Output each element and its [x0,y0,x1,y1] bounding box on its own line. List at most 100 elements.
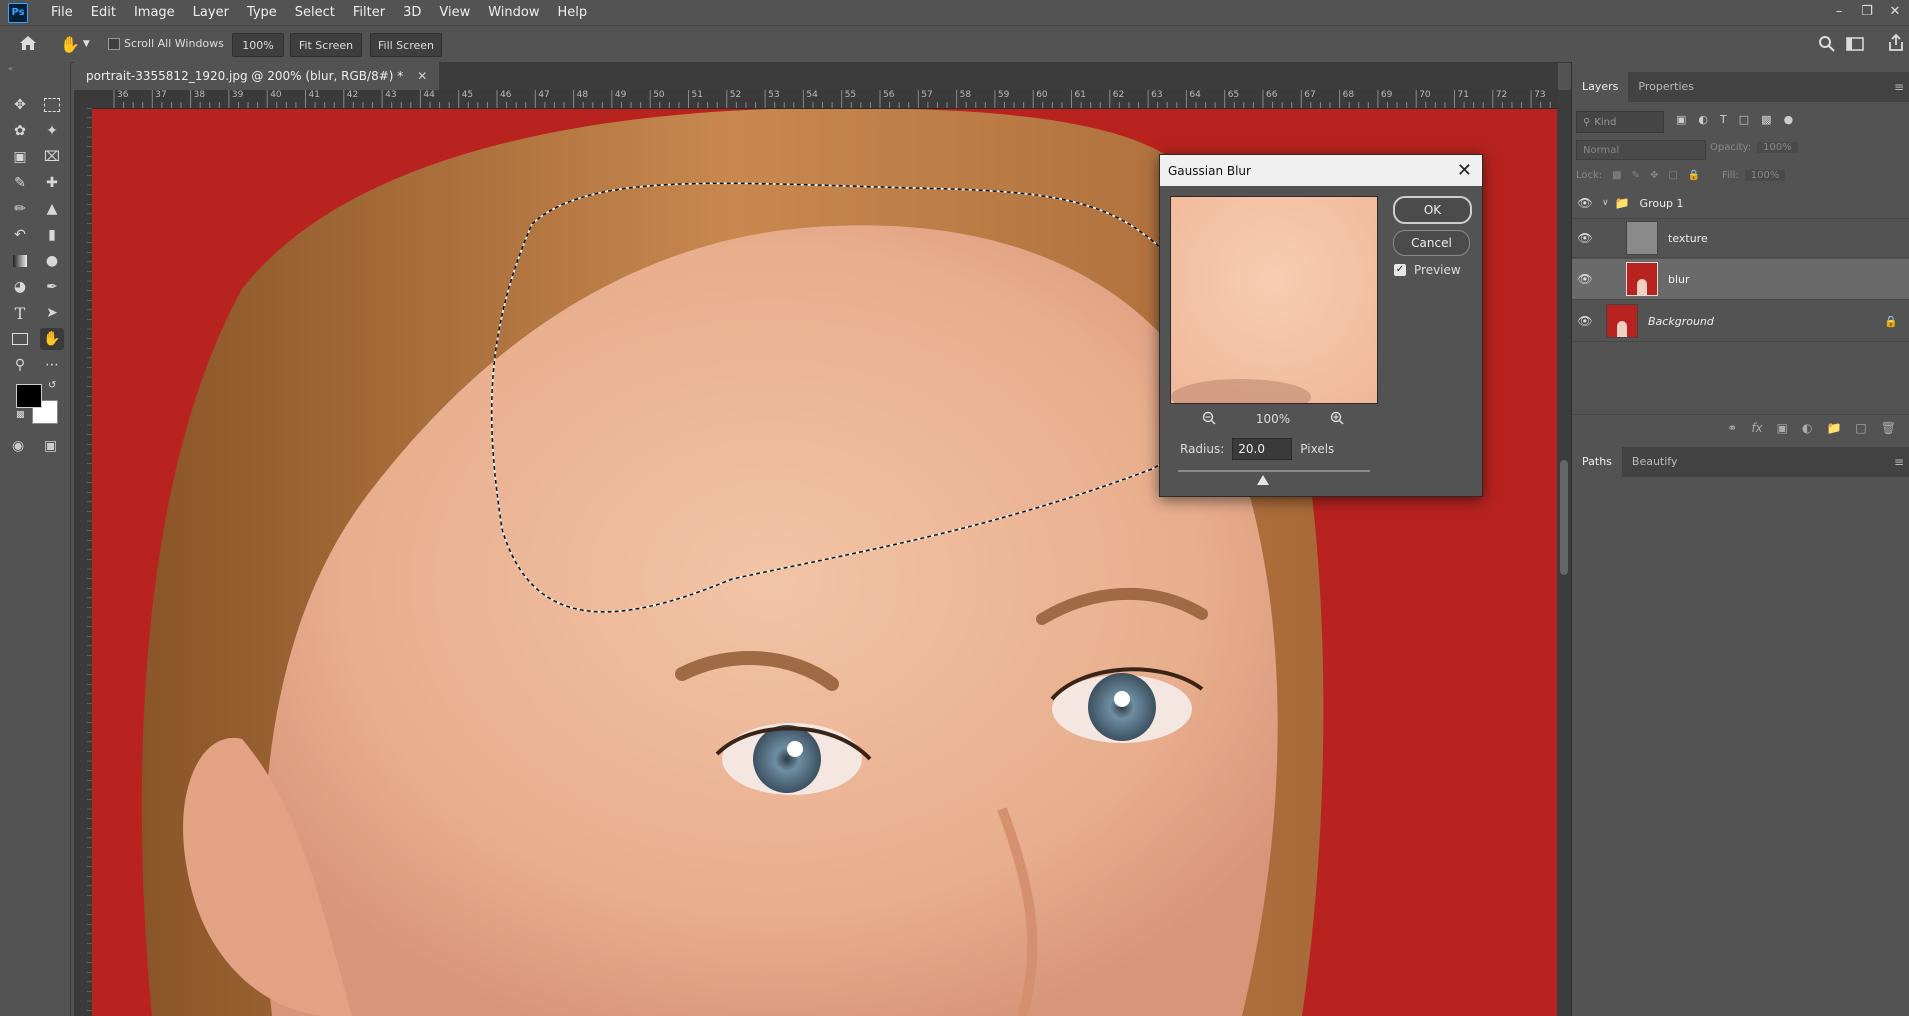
marquee-tool-icon[interactable] [40,94,64,116]
quick-mask-icon[interactable]: ◉ [12,438,24,454]
filter-shape-icon[interactable]: □ [1739,113,1749,126]
more-tools-icon[interactable]: ⋯ [40,354,64,376]
menu-view[interactable]: View [430,0,479,25]
share-icon[interactable] [1886,33,1906,56]
blur-preview[interactable] [1170,196,1378,404]
menu-image[interactable]: Image [125,0,184,25]
fill-input[interactable]: 100% [1744,170,1786,181]
menu-filter[interactable]: Filter [344,0,394,25]
preview-checkbox[interactable]: ✓ [1394,264,1406,276]
pen-tool-icon[interactable]: ✒ [40,276,64,298]
gradient-tool-icon[interactable] [8,250,32,272]
filter-toggle-icon[interactable]: ● [1784,113,1794,126]
panel-menu-icon[interactable]: ≡ [1894,455,1904,469]
menu-edit[interactable]: Edit [82,0,125,25]
blur-tool-icon[interactable]: ● [40,250,64,272]
lock-all-icon[interactable]: 🔒 [1688,170,1700,181]
eraser-icon[interactable]: ▮ [40,224,64,246]
layer-filter-kind[interactable]: ⚲ Kind [1576,111,1664,133]
hand-tool-icon[interactable]: ✋ [40,328,64,350]
new-layer-icon[interactable]: □ [1855,421,1866,435]
menu-3d[interactable]: 3D [394,0,430,25]
expand-group-icon[interactable]: ∨ [1602,198,1609,208]
vertical-scrollbar[interactable] [1557,90,1571,1016]
history-brush-icon[interactable]: ↶ [8,224,32,246]
tab-beautify[interactable]: Beautify [1622,447,1688,477]
fill-screen-button[interactable]: Fill Screen [370,33,442,57]
workspace-icon[interactable] [1846,35,1864,56]
zoom-out-icon[interactable] [1202,411,1216,428]
layer-style-icon[interactable]: fx [1751,421,1762,435]
type-tool-icon[interactable]: T [8,302,32,324]
zoom-100-button[interactable]: 100% [232,33,284,57]
clone-stamp-icon[interactable]: ▲ [40,198,64,220]
healing-brush-icon[interactable]: ✚ [40,172,64,194]
vertical-ruler[interactable] [74,108,93,1016]
rectangle-tool-icon[interactable] [8,328,32,350]
menu-type[interactable]: Type [238,0,286,25]
filter-smart-object-icon[interactable]: ▩ [1761,113,1771,126]
ok-button[interactable]: OK [1393,196,1472,224]
fit-screen-button[interactable]: Fit Screen [290,33,362,57]
swap-colors-icon[interactable]: ↺ [48,380,56,391]
lock-pixels-icon[interactable]: ✎ [1632,170,1640,181]
layer-row-blur[interactable]: 👁 blur [1572,259,1909,300]
panel-menu-icon[interactable]: ≡ [1894,80,1904,94]
layer-row-background[interactable]: 👁 Background 🔒 [1572,301,1909,342]
menu-select[interactable]: Select [286,0,344,25]
lasso-tool-icon[interactable]: ✿ [8,120,32,142]
ruler-origin[interactable] [74,90,92,108]
minimize-icon[interactable]: – [1825,0,1853,22]
zoom-tool-icon[interactable]: ⚲ [8,354,32,376]
scroll-all-windows-checkbox[interactable] [108,37,120,50]
cancel-button[interactable]: Cancel [1393,230,1470,256]
visibility-eye-icon[interactable]: 👁 [1572,314,1598,328]
magic-wand-icon[interactable]: ✦ [40,120,64,142]
radius-slider-track[interactable] [1178,470,1370,472]
tab-properties[interactable]: Properties [1628,72,1704,102]
visibility-eye-icon[interactable]: 👁 [1572,272,1598,286]
home-icon[interactable] [18,34,38,55]
screen-mode-icon[interactable]: ▣ [44,438,57,454]
frame-tool-icon[interactable]: ⌧ [40,146,64,168]
filter-pixel-icon[interactable]: ▣ [1676,113,1686,126]
new-group-icon[interactable]: 📁 [1826,421,1841,435]
adjustment-layer-icon[interactable]: ◐ [1802,421,1812,435]
lock-artboard-icon[interactable]: □ [1668,170,1677,181]
blend-mode-select[interactable]: Normal [1576,140,1706,160]
radius-slider-thumb[interactable] [1257,475,1269,485]
close-tab-icon[interactable]: ✕ [417,69,427,83]
crop-tool-icon[interactable]: ▣ [8,146,32,168]
filter-adjustment-icon[interactable]: ◐ [1698,113,1708,126]
menu-layer[interactable]: Layer [184,0,238,25]
collapse-toolbar-icon[interactable]: « [8,64,13,73]
preview-option[interactable]: ✓ Preview [1394,263,1461,277]
menu-help[interactable]: Help [549,0,597,25]
layer-row-texture[interactable]: 👁 texture [1572,219,1909,258]
lock-transparent-icon[interactable]: ▩ [1612,170,1621,181]
close-icon[interactable]: ✕ [1457,160,1472,181]
layer-row-group-1[interactable]: 👁 ∨ 📁 Group 1 [1572,188,1909,219]
menu-file[interactable]: File [42,0,82,25]
add-mask-icon[interactable]: ▣ [1777,421,1788,435]
search-icon[interactable] [1818,35,1836,56]
filter-type-icon[interactable]: T [1720,113,1727,126]
default-colors-icon[interactable]: ▩ [16,410,25,420]
document-tab[interactable]: portrait-3355812_1920.jpg @ 200% (blur, … [74,62,440,90]
scroll-all-windows-option[interactable]: Scroll All Windows [108,37,224,50]
hand-tool-preset-icon[interactable]: ✋ ▼ [60,32,90,56]
visibility-eye-icon[interactable]: 👁 [1572,196,1598,210]
lock-position-icon[interactable]: ✥ [1650,170,1658,181]
link-layers-icon[interactable]: ⚭ [1727,421,1737,435]
close-window-icon[interactable]: ✕ [1881,0,1909,22]
dialog-title-bar[interactable]: Gaussian Blur ✕ [1160,155,1482,186]
zoom-in-icon[interactable] [1330,411,1344,428]
restore-icon[interactable]: ❐ [1853,0,1881,22]
opacity-input[interactable]: 100% [1757,142,1798,153]
move-tool-icon[interactable]: ✥ [8,94,32,116]
path-selection-icon[interactable]: ➤ [40,302,64,324]
brush-tool-icon[interactable]: ✏ [8,198,32,220]
eyedropper-icon[interactable]: ✎ [8,172,32,194]
menu-window[interactable]: Window [479,0,548,25]
scrollbar-thumb[interactable] [1560,460,1568,575]
